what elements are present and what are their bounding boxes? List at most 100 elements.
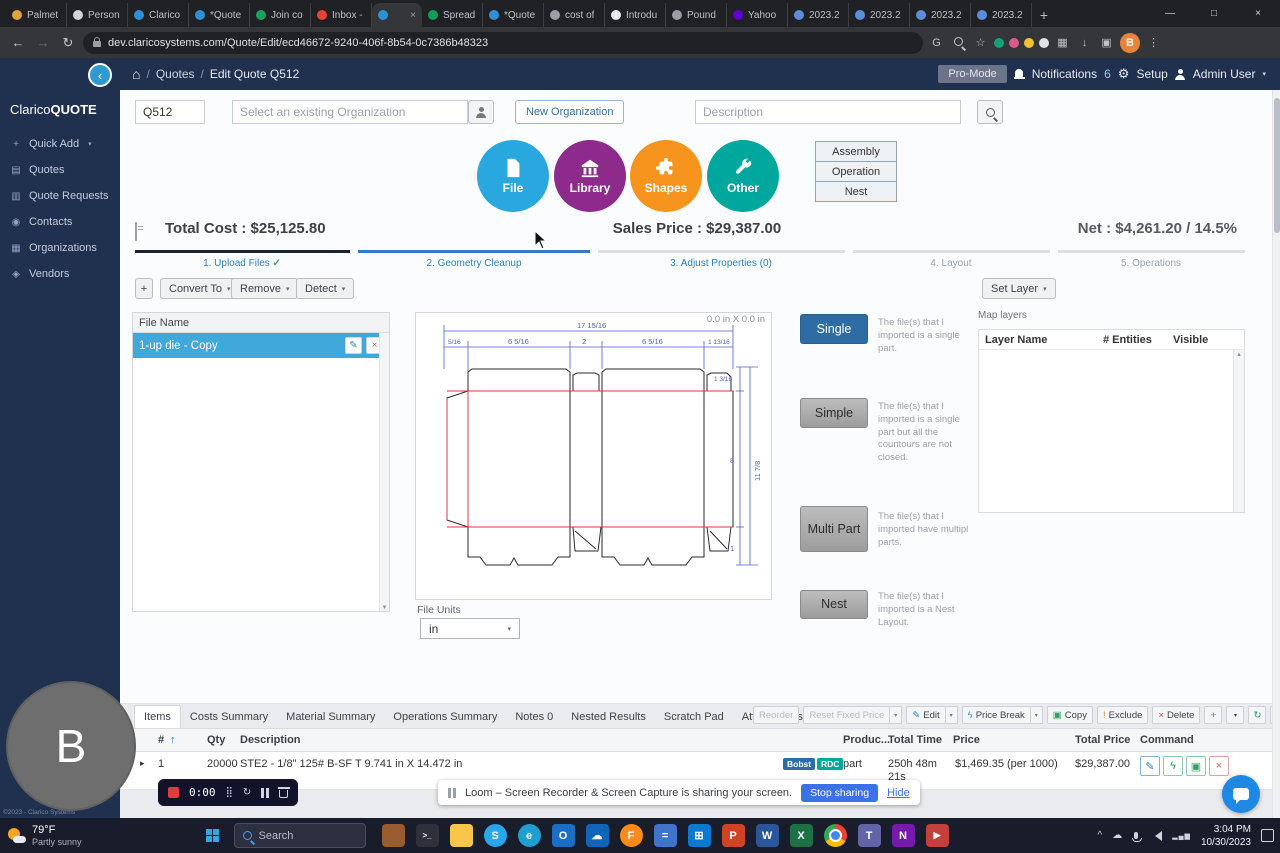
zoom-icon[interactable] [950, 36, 967, 49]
collapse-sidebar-button[interactable]: ‹ [88, 63, 112, 87]
file-row-selected[interactable]: 1-up die - Copy ✎ × [133, 333, 389, 358]
weather-widget[interactable]: 79°F Partly sunny [0, 818, 90, 853]
copy-row-button[interactable]: ▣ [1186, 756, 1206, 776]
browser-tab[interactable]: 2023.2 [971, 3, 1032, 27]
browser-tab[interactable]: cost of [544, 3, 605, 27]
step-adjust-properties[interactable]: 3. Adjust Properties (0) [641, 258, 801, 269]
hide-banner-link[interactable]: Hide [887, 787, 910, 799]
browser-tab[interactable]: *Quote [189, 3, 250, 27]
file-explorer-icon[interactable] [449, 824, 473, 847]
extensions-puzzle-icon[interactable]: ▦ [1054, 36, 1071, 49]
sidebar-item-contacts[interactable]: ◉ Contacts [0, 209, 120, 235]
new-tab-button[interactable]: + [1032, 3, 1056, 27]
operation-button[interactable]: Operation [815, 161, 897, 182]
taskbar-search[interactable]: Search [233, 823, 366, 848]
tray-chevron-icon[interactable]: ^ [1098, 830, 1103, 841]
refresh-items-button[interactable]: ↻ [1248, 706, 1267, 724]
side-panel-icon[interactable]: ▣ [1098, 36, 1115, 49]
file-category-button[interactable]: File [477, 140, 549, 212]
page-scrollbar[interactable] [1272, 90, 1280, 818]
add-file-button[interactable]: + [135, 278, 153, 299]
price-break-button[interactable]: ϟ Price Break [961, 706, 1031, 724]
convert-to-dropdown[interactable]: Convert To ▾ [160, 278, 240, 299]
browser-tab-active[interactable]: × [372, 3, 422, 27]
chevron-down-icon[interactable]: ▾ [1262, 70, 1266, 78]
browser-tab[interactable]: Pound [666, 3, 727, 27]
reload-button[interactable]: ↻ [58, 33, 78, 53]
tab-scratch-pad[interactable]: Scratch Pad [655, 706, 733, 728]
browser-tab[interactable]: *Quote [483, 3, 544, 27]
tab-notes[interactable]: Notes 0 [506, 706, 562, 728]
more-dropdown-button[interactable]: ▾ [1226, 706, 1245, 724]
tray-cloud-icon[interactable]: ☁ [1112, 830, 1122, 841]
word-icon[interactable]: W [755, 824, 779, 847]
browser-tab[interactable]: Spread [422, 3, 483, 27]
sort-up-icon[interactable]: ↑ [170, 734, 176, 746]
file-units-select[interactable]: in ▾ [420, 618, 520, 639]
column-qty[interactable]: Qty [207, 734, 225, 746]
nest-button[interactable]: Nest [815, 181, 897, 202]
tray-volume-icon[interactable] [1150, 830, 1163, 841]
step-geometry-cleanup[interactable]: 2. Geometry Cleanup [414, 258, 534, 269]
delete-item-button[interactable]: × Delete [1152, 706, 1201, 724]
photos-icon[interactable] [381, 824, 405, 847]
single-part-button[interactable]: Single [800, 314, 868, 344]
browser-tab[interactable]: Yahoo [727, 3, 788, 27]
scrollbar-thumb[interactable] [1274, 98, 1280, 233]
column-total-price[interactable]: Total Price [1075, 734, 1130, 746]
shapes-category-button[interactable]: Shapes [630, 140, 702, 212]
add-item-button[interactable]: + [1204, 706, 1223, 724]
column-command[interactable]: Command [1140, 734, 1194, 746]
tab-nested-results[interactable]: Nested Results [562, 706, 655, 728]
column-num[interactable]: # [158, 734, 164, 746]
delete-row-button[interactable]: × [1209, 756, 1229, 776]
back-button[interactable]: ← [8, 33, 28, 53]
window-maximize-button[interactable]: □ [1192, 0, 1236, 27]
window-minimize-button[interactable]: — [1148, 0, 1192, 27]
scroll-down-icon[interactable]: ▼ [382, 605, 388, 611]
stop-sharing-button[interactable]: Stop sharing [801, 783, 879, 802]
step-operations[interactable]: 5. Operations [1091, 258, 1211, 269]
file-list-scrollbar[interactable]: ▼ [379, 333, 389, 611]
loom-camera-bubble[interactable]: B [6, 681, 136, 811]
caret-down-icon[interactable]: ▾ [1030, 706, 1043, 724]
bookmark-star-icon[interactable]: ☆ [972, 36, 989, 49]
notifications-bell-icon[interactable] [1013, 69, 1025, 79]
tray-network-icon[interactable]: ▂▄▆ [1172, 832, 1191, 840]
firefox-icon[interactable]: F [619, 824, 643, 847]
set-layer-dropdown[interactable]: Set Layer ▾ [982, 278, 1056, 299]
other-category-button[interactable]: Other [707, 140, 779, 212]
restart-recording-icon[interactable]: ↻ [243, 787, 251, 798]
column-description[interactable]: Description [240, 734, 301, 746]
onenote-icon[interactable]: N [891, 824, 915, 847]
step-layout[interactable]: 4. Layout [911, 258, 991, 269]
calculator-icon[interactable]: = [653, 824, 677, 847]
onedrive-icon[interactable]: ☁ [585, 824, 609, 847]
extension-icon[interactable] [994, 37, 1004, 48]
powerpoint-icon[interactable]: P [721, 824, 745, 847]
browser-tab[interactable]: Join co [250, 3, 311, 27]
exclude-item-button[interactable]: ! Exclude [1096, 706, 1149, 724]
browser-tab[interactable]: Introdu [605, 3, 666, 27]
detect-dropdown[interactable]: Detect ▾ [296, 278, 355, 299]
chat-widget-button[interactable] [1222, 775, 1260, 813]
pro-mode-button[interactable]: Pro-Mode [938, 65, 1007, 83]
extension-icon[interactable] [1009, 37, 1019, 48]
column-produc[interactable]: Produc... [843, 734, 890, 746]
forward-button[interactable]: → [33, 33, 53, 53]
expand-row-icon[interactable]: ▸ [140, 758, 145, 769]
teams-icon[interactable]: T [857, 824, 881, 847]
sidebar-item-organizations[interactable]: ▦ Organizations [0, 235, 120, 261]
taskbar-clock[interactable]: 3:04 PM 10/30/2023 [1201, 823, 1251, 849]
extension-icon[interactable] [1039, 37, 1049, 48]
organization-input[interactable] [232, 100, 468, 124]
home-icon[interactable]: ⌂ [132, 66, 140, 82]
sidebar-item-vendors[interactable]: ◈ Vendors [0, 261, 120, 287]
outlook-icon[interactable]: O [551, 824, 575, 847]
media-player-icon[interactable]: ▶ [925, 824, 949, 847]
copy-cost-icon[interactable] [135, 222, 137, 241]
browser-tab[interactable]: Person [67, 3, 128, 27]
search-button[interactable] [977, 100, 1003, 124]
assembly-button[interactable]: Assembly [815, 141, 897, 162]
column-total-time[interactable]: Total Time [888, 734, 942, 746]
